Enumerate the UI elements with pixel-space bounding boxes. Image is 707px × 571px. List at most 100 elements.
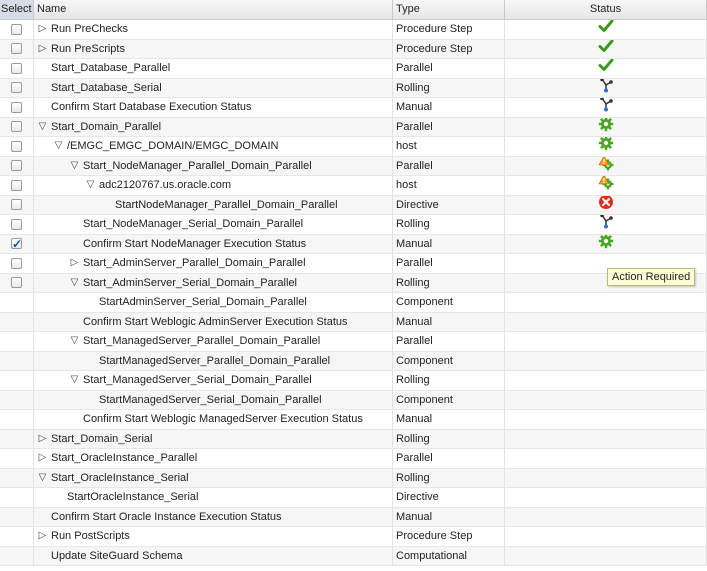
warning-gear-icon[interactable]: [597, 176, 614, 195]
table-row[interactable]: ▷Start_Database_SerialRolling: [0, 78, 707, 98]
row-select-checkbox[interactable]: [11, 140, 22, 152]
step-name: Run PreChecks: [51, 23, 129, 36]
row-select-checkbox[interactable]: [11, 62, 22, 74]
select-cell: [0, 429, 34, 448]
row-select-checkbox[interactable]: [11, 101, 22, 113]
collapse-toggle-icon[interactable]: ▽: [53, 137, 64, 155]
table-row[interactable]: ▽ Start_OracleInstance_Serial Rolling: [0, 468, 707, 488]
row-select-checkbox[interactable]: [11, 218, 22, 230]
step-type: Rolling: [393, 429, 505, 448]
table-row[interactable]: ▷Confirm Start Weblogic ManagedServer Ex…: [0, 410, 707, 430]
status-column-header[interactable]: Status: [505, 0, 707, 19]
table-row[interactable]: ▷Start_NodeManager_Serial_Domain_Paralle…: [0, 215, 707, 235]
table-row[interactable]: ▽ Start_ManagedServer_Serial_Domain_Paral…: [0, 371, 707, 391]
row-select-checkbox[interactable]: [11, 43, 22, 55]
table-row[interactable]: ▷ Run PreScripts Procedure Step: [0, 39, 707, 59]
select-cell: [0, 507, 34, 526]
name-column-header[interactable]: Name: [34, 0, 393, 19]
expand-toggle-icon[interactable]: ▷: [37, 449, 48, 467]
table-row[interactable]: ▷Confirm Start Database Execution Status…: [0, 98, 707, 118]
table-row[interactable]: ▷ Start_OracleInstance_Parallel Parallel: [0, 449, 707, 469]
gear-icon[interactable]: [598, 234, 614, 254]
row-select-checkbox[interactable]: [11, 82, 22, 94]
table-row[interactable]: ▷StartManagedServer_Serial_Domain_Parall…: [0, 390, 707, 410]
name-cell: ▷ Start_OracleInstance_Parallel: [34, 449, 393, 468]
row-select-checkbox[interactable]: [11, 121, 22, 133]
step-name: Start_AdminServer_Serial_Domain_Parallel: [83, 276, 297, 289]
warning-gear-icon[interactable]: [597, 156, 614, 176]
collapse-toggle-icon[interactable]: ▽: [69, 332, 80, 350]
row-select-checkbox[interactable]: [11, 199, 22, 211]
status-cell: [505, 20, 707, 39]
table-row[interactable]: ▽ adc2120767.us.oracle.com host: [0, 176, 707, 196]
check-icon[interactable]: [598, 39, 614, 59]
row-select-checkbox[interactable]: [11, 277, 22, 289]
table-row[interactable]: ▷ Run PostScripts Procedure Step: [0, 527, 707, 547]
table-row[interactable]: ▷Start_Database_ParallelParallel: [0, 59, 707, 79]
gear-icon[interactable]: [598, 137, 614, 156]
status-cell: [505, 351, 707, 370]
collapse-toggle-icon[interactable]: ▽: [37, 469, 48, 487]
row-select-checkbox[interactable]: [11, 257, 22, 269]
expand-toggle-icon[interactable]: ▷: [37, 40, 48, 58]
table-row[interactable]: ▽ Start_AdminServer_Serial_Domain_Paralle…: [0, 273, 707, 293]
step-type: Parallel: [393, 332, 505, 351]
gear-icon[interactable]: [598, 117, 614, 137]
table-row[interactable]: ▽ Start_ManagedServer_Parallel_Domain_Par…: [0, 332, 707, 352]
collapse-toggle-icon[interactable]: ▽: [69, 157, 80, 175]
expand-toggle-icon[interactable]: ▷: [37, 20, 48, 38]
step-name: Start_AdminServer_Parallel_Domain_Parall…: [83, 257, 306, 270]
branch-icon[interactable]: [598, 215, 614, 234]
table-row[interactable]: ▷ Start_Domain_Serial Rolling: [0, 429, 707, 449]
table-row[interactable]: ▽ Start_NodeManager_Parallel_Domain_Paral…: [0, 156, 707, 176]
check-icon[interactable]: [598, 20, 614, 39]
select-cell: [0, 273, 34, 292]
table-row[interactable]: ▷StartAdminServer_Serial_Domain_Parallel…: [0, 293, 707, 313]
step-type: Directive: [393, 488, 505, 507]
status-cell: [505, 429, 707, 448]
collapse-toggle-icon[interactable]: ▽: [69, 274, 80, 292]
table-row[interactable]: ▷StartNodeManager_Parallel_Domain_Parall…: [0, 195, 707, 215]
status-cell: [505, 293, 707, 312]
select-cell: [0, 449, 34, 468]
select-cell: [0, 137, 34, 156]
table-row[interactable]: ▷Confirm Start NodeManager Execution Sta…: [0, 234, 707, 254]
table-row[interactable]: ▷ Run PreChecks Procedure Step: [0, 20, 707, 40]
select-cell: [0, 293, 34, 312]
error-icon[interactable]: [598, 195, 614, 215]
collapse-toggle-icon[interactable]: ▽: [85, 176, 96, 194]
expand-toggle-icon[interactable]: ▷: [69, 254, 80, 272]
collapse-toggle-icon[interactable]: ▽: [37, 118, 48, 136]
table-row[interactable]: ▽/EMGC_EMGC_DOMAIN/EMGC_DOMAIN host: [0, 137, 707, 157]
table-row[interactable]: ▷Confirm Start Weblogic AdminServer Exec…: [0, 312, 707, 332]
step-name: Start_OracleInstance_Serial: [51, 471, 189, 484]
status-cell: [505, 78, 707, 98]
status-cell: [505, 234, 707, 254]
name-cell: ▽ Start_Domain_Parallel: [34, 117, 393, 136]
type-column-header[interactable]: Type: [393, 0, 505, 19]
name-cell: ▷Start_Database_Parallel: [34, 59, 393, 78]
step-type: Manual: [393, 410, 505, 429]
collapse-toggle-icon[interactable]: ▽: [69, 371, 80, 389]
status-cell: [505, 156, 707, 176]
table-row[interactable]: ▽ Start_Domain_Parallel Parallel: [0, 117, 707, 137]
branch-icon[interactable]: [598, 98, 614, 117]
row-select-checkbox[interactable]: [11, 160, 22, 172]
table-row[interactable]: ▷Confirm Start Oracle Instance Execution…: [0, 507, 707, 527]
table-row[interactable]: ▷Update SiteGuard SchemaComputational: [0, 546, 707, 566]
select-cell: [0, 410, 34, 429]
table-row[interactable]: ▷StartOracleInstance_SerialDirective: [0, 488, 707, 508]
check-icon[interactable]: [598, 59, 614, 78]
branch-icon[interactable]: [598, 78, 614, 98]
table-row[interactable]: ▷ Start_AdminServer_Parallel_Domain_Paral…: [0, 254, 707, 274]
step-type: host: [393, 137, 505, 156]
expand-toggle-icon[interactable]: ▷: [37, 430, 48, 448]
name-cell: ▽ adc2120767.us.oracle.com: [34, 176, 393, 195]
row-select-checkbox[interactable]: [11, 23, 22, 35]
row-select-checkbox[interactable]: [11, 235, 22, 253]
status-cell: [505, 176, 707, 195]
table-row[interactable]: ▷StartManagedServer_Parallel_Domain_Para…: [0, 351, 707, 371]
expand-toggle-icon[interactable]: ▷: [37, 527, 48, 545]
row-select-checkbox[interactable]: [11, 179, 22, 191]
select-column-header[interactable]: Select: [0, 0, 34, 19]
